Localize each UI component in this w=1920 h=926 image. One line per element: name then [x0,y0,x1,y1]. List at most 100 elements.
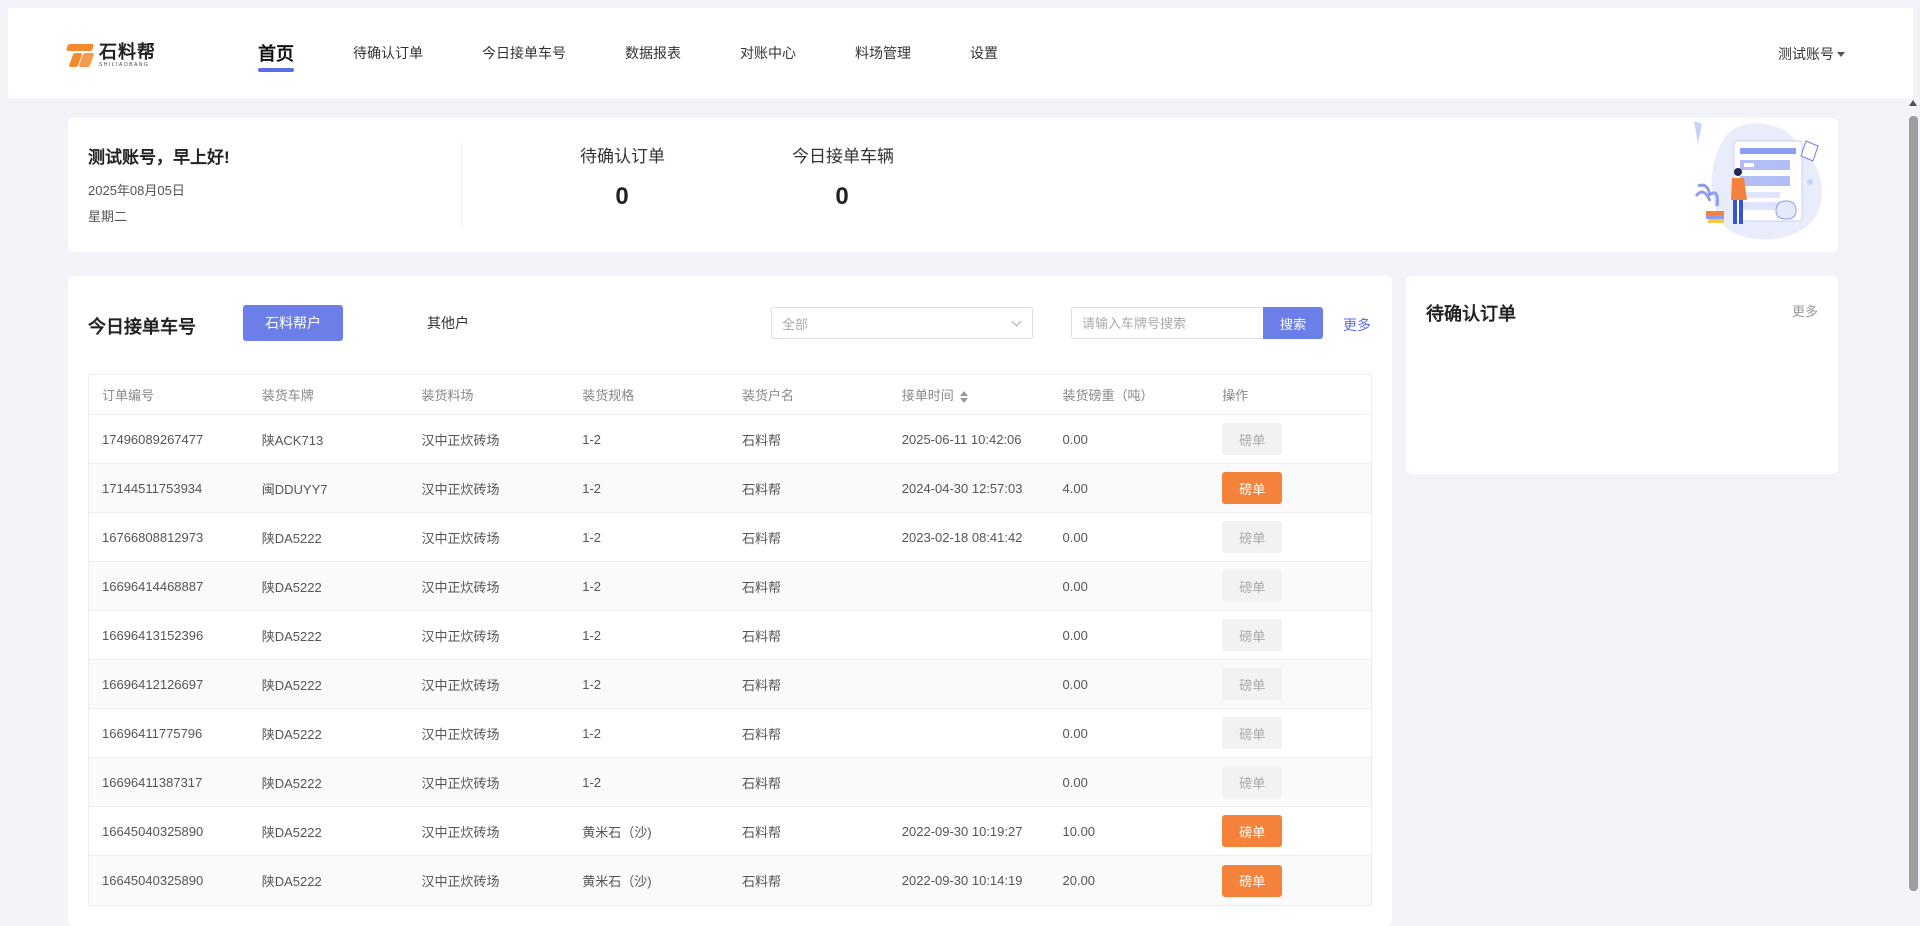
cell-yard: 汉中正炊砖场 [421,677,500,693]
orders-table: 订单编号 装货车牌 装货料场 装货规格 装货户名 接单时间 装货磅重（吨） 操作… [88,374,1372,906]
cell-id: 16766808812973 [102,529,204,545]
brand-name-en: SHILIAOBANG [99,61,150,68]
col-header: 装货规格 [582,388,635,403]
cell-weight: 0.00 [1062,725,1088,741]
welcome-card: 测试账号，早上好! 2025年08月05日 星期二 待确认订单 0 今日接单车辆… [68,118,1838,252]
cell-id: 16696411775796 [102,725,203,741]
weigh-slip-button[interactable]: 磅单 [1222,619,1283,651]
scroll-up-icon[interactable] [1909,100,1917,106]
cell-time: 2025-06-11 10:42:06 [901,431,1022,447]
cell-yard: 汉中正炊砖场 [421,628,500,644]
cell-time: 2022-09-30 10:14:19 [901,873,1023,888]
cell-spec: 1-2 [582,480,602,496]
weigh-slip-button[interactable]: 磅单 [1222,570,1283,602]
search-button[interactable]: 搜索 [1263,307,1323,339]
cell-plate: 闽DDUYY7 [261,481,328,497]
cell-plate: 陕DA5222 [261,579,322,595]
cell-action: 磅单 [1209,472,1371,504]
brand-name: 石料帮 [99,41,156,62]
nav-item-5[interactable]: 料场管理 [855,43,911,63]
cell-plate: 陕DA5222 [261,775,322,791]
weigh-slip-button[interactable]: 磅单 [1222,766,1283,798]
pending-orders-card: 待确认订单 更多 [1406,276,1838,474]
cell-id: 17144511753934 [102,480,203,496]
weigh-slip-button[interactable]: 磅单 [1222,864,1283,897]
cell-action: 磅单 [1209,864,1371,897]
weigh-slip-button[interactable]: 磅单 [1222,423,1283,455]
stat-today-vehicles[interactable]: 今日接单车辆 0 [792,142,894,211]
col-header-sortable[interactable]: 接单时间 [889,385,1050,404]
section-title: 待确认订单 [1426,304,1516,324]
nav-item-0[interactable]: 首页 [258,40,294,72]
nav-item-4[interactable]: 对账中心 [740,43,796,63]
plate-search-input[interactable] [1071,307,1263,339]
cell-weight: 0.00 [1062,774,1088,790]
cell-owner: 石料帮 [742,530,782,546]
more-link[interactable]: 更多 [1343,315,1371,335]
table-row: 16696412126697 陕DA5222 汉中正炊砖场 1-2 石料帮 0.00 磅单 [89,660,1371,709]
cell-spec: 黄米石（沙) [582,824,652,840]
select-value: 全部 [782,316,809,332]
tab-other-users[interactable]: 其他户 [398,305,498,341]
nav-item-3[interactable]: 数据报表 [625,43,681,63]
cell-yard: 汉中正炊砖场 [421,530,500,546]
cell-weight: 10.00 [1062,823,1096,839]
cell-yard: 汉中正炊砖场 [421,726,500,742]
cell-spec: 1-2 [582,529,602,545]
weigh-slip-button[interactable]: 磅单 [1222,815,1283,847]
caret-down-icon [1837,51,1845,57]
cell-yard: 汉中正炊砖场 [421,824,500,840]
table-row: 16696411775796 陕DA5222 汉中正炊砖场 1-2 石料帮 0.00 磅单 [89,709,1371,758]
weigh-slip-button[interactable]: 磅单 [1222,472,1283,504]
stat-pending-orders[interactable]: 待确认订单 0 [580,142,665,211]
cell-yard: 汉中正炊砖场 [421,432,500,448]
weigh-slip-button[interactable]: 磅单 [1222,717,1283,749]
cell-id: 16696414468887 [102,578,204,594]
more-link[interactable]: 更多 [1792,301,1818,320]
cell-id: 17496089267477 [102,431,204,447]
section-title: 今日接单车号 [88,317,196,337]
col-header-label: 接单时间 [901,388,954,403]
cell-id: 16696411387317 [102,774,203,790]
cell-spec: 1-2 [582,431,602,447]
cell-plate: 陕DA5222 [261,726,322,742]
weigh-slip-button[interactable]: 磅单 [1222,668,1283,700]
cell-time: 2024-04-30 12:57:03 [901,480,1023,496]
page-scrollbar[interactable] [1906,98,1920,919]
cell-action: 磅单 [1209,815,1371,847]
tab-shiliaobang-users[interactable]: 石料帮户 [243,305,343,341]
cell-yard: 汉中正炊砖场 [421,874,500,889]
yard-filter-select[interactable]: 全部 [771,307,1033,339]
cell-action: 磅单 [1209,423,1371,455]
cell-owner: 石料帮 [742,677,782,693]
nav-item-6[interactable]: 设置 [970,43,998,63]
account-menu[interactable]: 测试账号 [1778,44,1845,64]
cell-plate: 陕ACK713 [261,432,324,448]
weigh-slip-button[interactable]: 磅单 [1222,521,1283,553]
brand-logo[interactable]: 石料帮 SHILIAOBANG [66,38,156,72]
cell-owner: 石料帮 [742,481,782,497]
cell-time: 2022-09-30 10:19:27 [901,823,1023,839]
nav-item-2[interactable]: 今日接单车号 [482,43,566,63]
cell-weight: 0.00 [1062,529,1088,545]
scroll-thumb[interactable] [1909,116,1918,891]
table-row: 16766808812973 陕DA5222 汉中正炊砖场 1-2 石料帮 2023-02… [89,513,1371,562]
cell-action: 磅单 [1209,717,1371,749]
cell-spec: 黄米石（沙) [582,874,652,889]
nav-item-1[interactable]: 待确认订单 [353,43,423,63]
col-header: 装货户名 [742,388,795,403]
logo-icon [66,42,95,68]
sort-icon[interactable] [959,390,968,403]
chevron-down-icon [1011,316,1022,327]
cell-id: 16696413152396 [102,627,204,643]
col-header: 装货料场 [421,388,474,403]
cell-yard: 汉中正炊砖场 [421,775,500,791]
cell-weight: 20.00 [1062,873,1096,888]
main-nav: 首页 待确认订单 今日接单车号 数据报表 对账中心 料场管理 设置 [258,8,1057,98]
table-row: 17496089267477 陕ACK713 汉中正炊砖场 1-2 石料帮 2025-06… [89,415,1371,464]
stat-label: 今日接单车辆 [792,147,894,166]
cell-spec: 1-2 [582,676,602,692]
cell-id: 16645040325890 [102,873,204,888]
cell-owner: 石料帮 [742,824,782,840]
cell-weight: 4.00 [1062,480,1088,496]
